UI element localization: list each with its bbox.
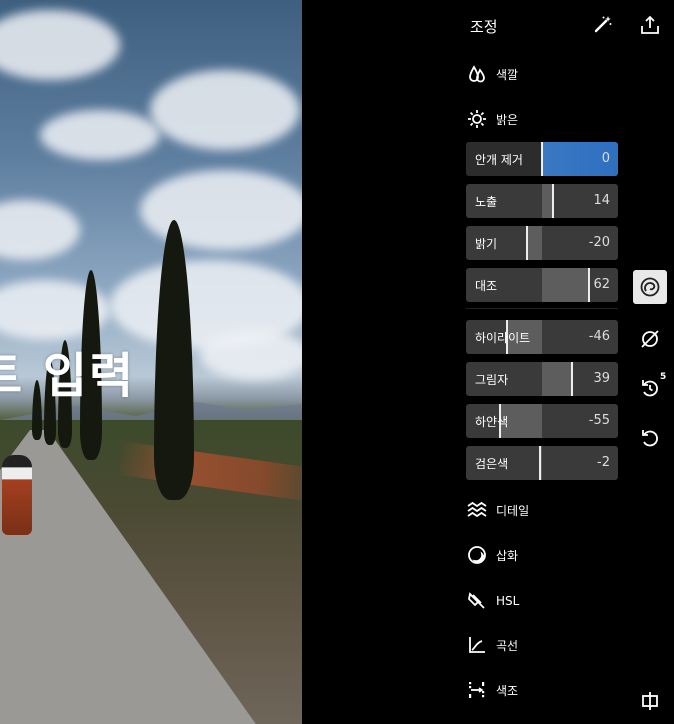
adjust-panel: 조정 색깔 밝은 안개 제거 0 노출 14 밝기 -20 대조 62 하이라이트 -46 그림자 3… — [456, 0, 628, 724]
slider-value: 14 — [593, 193, 610, 208]
slider-fill — [526, 226, 542, 260]
hide-icon[interactable] — [633, 322, 667, 356]
slider-8[interactable]: 검은색 -2 — [466, 446, 618, 480]
section-curves[interactable]: 곡선 — [466, 633, 518, 657]
compare-icon[interactable] — [633, 684, 667, 718]
section-curves-label: 곡선 — [496, 638, 519, 653]
section-vignette[interactable]: 삽화 — [466, 543, 518, 567]
slider-label: 하이라이트 — [475, 331, 531, 345]
slider-value: -20 — [588, 235, 610, 250]
slider-fill — [542, 362, 572, 396]
color-drops-icon — [466, 63, 488, 85]
slider-thumb[interactable] — [551, 184, 554, 218]
slider-value: 0 — [601, 151, 610, 166]
slider-thumb[interactable] — [588, 268, 591, 302]
slider-4[interactable]: 대조 62 — [466, 268, 618, 302]
section-split-tone-label: 색조 — [496, 683, 519, 698]
slider-label: 밝기 — [475, 237, 498, 251]
panel-title: 조정 — [470, 18, 498, 36]
slider-label: 검은색 — [475, 457, 509, 471]
section-light-label: 밝은 — [496, 112, 519, 127]
slider-fill — [542, 268, 590, 302]
slider-thumb[interactable] — [506, 320, 509, 354]
slider-value: 62 — [593, 277, 610, 292]
detail-waves-icon — [466, 499, 488, 521]
slider-2[interactable]: 노출 14 — [466, 184, 618, 218]
slider-1[interactable]: 안개 제거 0 — [466, 142, 618, 176]
magic-wand-icon[interactable] — [593, 14, 613, 34]
slider-thumb[interactable] — [525, 226, 528, 260]
slider-thumb[interactable] — [541, 142, 543, 176]
slider-value: -55 — [588, 413, 610, 428]
slider-label: 안개 제거 — [475, 153, 523, 167]
section-hsl-label: HSL — [496, 594, 520, 608]
section-split-tone[interactable]: 색조 — [466, 678, 518, 702]
sun-icon — [466, 108, 488, 130]
curves-icon — [466, 634, 488, 656]
vignette-icon — [466, 544, 488, 566]
slider-label: 그림자 — [475, 373, 509, 387]
slider-thumb[interactable] — [570, 362, 573, 396]
hsl-icon — [466, 590, 488, 612]
section-vignette-label: 삽화 — [496, 548, 519, 563]
history-count-badge: 5 — [660, 372, 667, 382]
undo-icon[interactable] — [633, 421, 667, 455]
section-light[interactable]: 밝은 — [466, 107, 518, 131]
adjust-icon[interactable] — [633, 270, 667, 304]
slider-thumb[interactable] — [499, 404, 502, 438]
section-color[interactable]: 색깔 — [466, 62, 518, 86]
share-icon[interactable] — [633, 8, 667, 42]
slider-label: 하얀색 — [475, 415, 509, 429]
slider-label: 대조 — [475, 279, 498, 293]
slider-thumb[interactable] — [539, 446, 542, 480]
section-hsl[interactable]: HSL — [466, 589, 519, 613]
section-color-label: 색깔 — [496, 67, 519, 82]
overlay-text[interactable]: 트 입력 — [0, 336, 135, 406]
slider-value: -46 — [588, 329, 610, 344]
slider-5[interactable]: 하이라이트 -46 — [466, 320, 618, 354]
slider-value: -2 — [597, 455, 610, 470]
right-toolbar: 5 — [632, 0, 674, 724]
slider-value: 39 — [593, 371, 610, 386]
slider-6[interactable]: 그림자 39 — [466, 362, 618, 396]
split-tone-icon — [466, 679, 488, 701]
slider-7[interactable]: 하얀색 -55 — [466, 404, 618, 438]
photo-canvas[interactable]: 트 입력 — [0, 0, 302, 724]
section-detail-label: 디테일 — [496, 503, 530, 518]
section-detail[interactable]: 디테일 — [466, 498, 529, 522]
person-figure — [2, 455, 32, 535]
slider-3[interactable]: 밝기 -20 — [466, 226, 618, 260]
slider-label: 노출 — [475, 195, 498, 209]
